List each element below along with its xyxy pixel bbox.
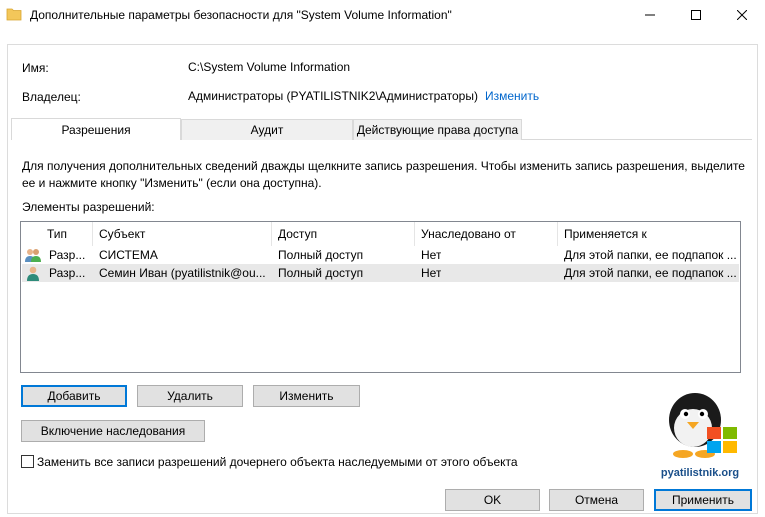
minimize-icon [645,9,655,23]
apply-button[interactable]: Применить [654,489,752,511]
pyatilistnik-logo: pyatilistnik.org [655,390,745,483]
table-row[interactable]: Разр... СИСТЕМА Полный доступ Нет Для эт… [22,246,739,264]
row-applies: Для этой папки, ее подпапок ... [564,248,737,262]
remove-button[interactable]: Удалить [137,385,243,407]
maximize-icon [691,9,701,23]
tab-audit[interactable]: Аудит [181,119,353,140]
replace-child-permissions-label[interactable]: Заменить все записи разрешений дочернего… [37,455,518,469]
tab-permissions-label: Разрешения [61,122,131,137]
row-inherited: Нет [421,248,442,262]
row-type: Разр... [49,266,86,280]
add-button[interactable]: Добавить [21,385,127,407]
change-owner-link[interactable]: Изменить [485,89,539,103]
maximize-button[interactable] [673,0,719,31]
tab-permissions[interactable]: Разрешения [11,118,181,140]
row-access: Полный доступ [278,266,364,280]
permission-entries-label: Элементы разрешений: [22,200,155,214]
permissions-description: Для получения дополнительных сведений дв… [22,159,745,190]
tab-effective-access-label: Действующие права доступа [356,123,519,137]
column-header-inherited-from[interactable]: Унаследовано от [415,222,558,246]
row-subject: СИСТЕМА [99,248,158,262]
edit-button[interactable]: Изменить [253,385,360,407]
column-header-access[interactable]: Доступ [272,222,415,246]
owner-value: Администраторы (PYATILISTNIK2\Администра… [188,89,478,103]
tab-audit-label: Аудит [250,123,284,137]
ok-button[interactable]: OK [445,489,540,511]
column-header-subject[interactable]: Субъект [93,222,272,246]
table-row[interactable]: Разр... Семин Иван (pyatilistnik@ou... П… [22,264,739,282]
permission-entries-list[interactable]: Тип Субъект Доступ Унаследовано от Приме… [20,221,741,373]
users-group-icon [24,247,42,265]
user-icon [25,265,41,283]
title-bar: Дополнительные параметры безопасности дл… [0,0,765,31]
owner-label: Владелец: [22,90,81,104]
folder-icon [6,7,22,21]
column-header-applies-to[interactable]: Применяется к [558,222,739,246]
name-label: Имя: [22,61,49,75]
row-type: Разр... [49,248,86,262]
close-icon [736,9,748,23]
enable-inheritance-button[interactable]: Включение наследования [21,420,205,442]
row-subject: Семин Иван (pyatilistnik@ou... [99,266,266,280]
minimize-button[interactable] [627,0,673,31]
tab-effective-access[interactable]: Действующие права доступа [353,119,522,140]
column-header-type[interactable]: Тип [41,222,93,246]
row-inherited: Нет [421,266,442,280]
cancel-button[interactable]: Отмена [549,489,644,511]
close-window-button[interactable] [719,0,765,31]
row-access: Полный доступ [278,248,364,262]
window-title: Дополнительные параметры безопасности дл… [30,8,452,22]
replace-child-permissions-checkbox[interactable] [21,455,34,468]
row-applies: Для этой папки, ее подпапок ... [564,266,737,280]
logo-text: pyatilistnik.org [661,467,739,479]
name-value: C:\System Volume Information [188,60,351,74]
